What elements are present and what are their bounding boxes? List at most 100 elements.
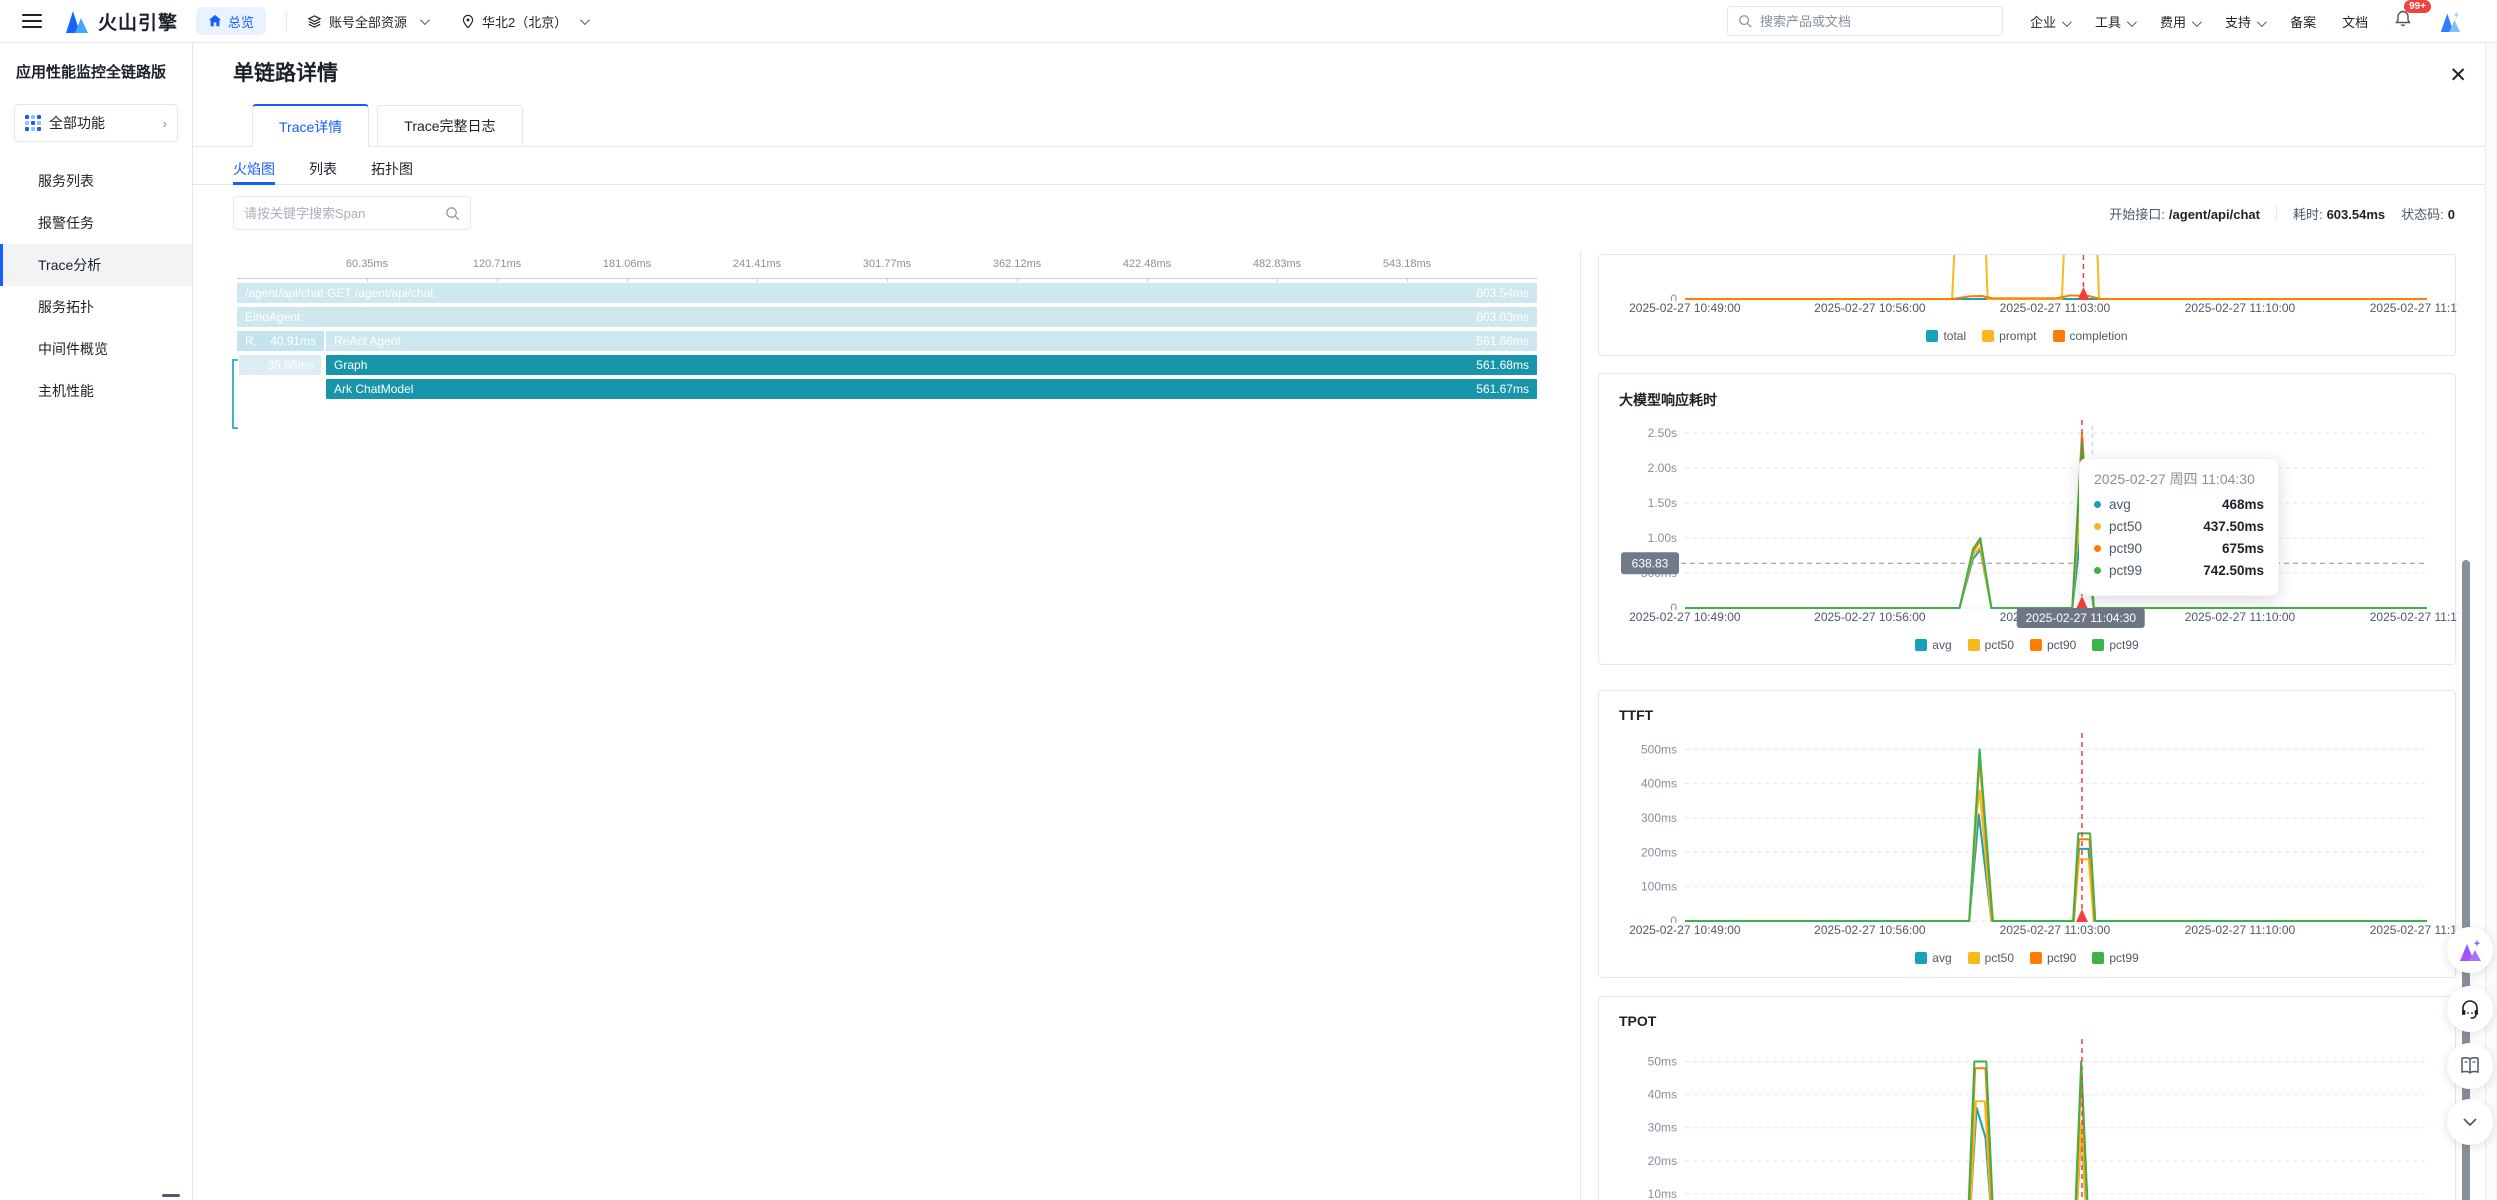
legend-item-pct90[interactable]: pct90 (2030, 951, 2076, 965)
tab-Trace完整日志[interactable]: Trace完整日志 (377, 105, 522, 147)
flame-axis-tick (1277, 278, 1278, 282)
close-icon[interactable]: ✕ (2449, 65, 2467, 86)
flame-row: R.40.91msReAct Agent561.66ms (237, 331, 1537, 351)
chevron-down-icon (580, 15, 590, 25)
x-axis-label: 2025-02-27 11:03:00 (2000, 301, 2111, 315)
flame-span[interactable]: EinoAgent603.03ms (237, 307, 1537, 327)
grid-icon (25, 115, 41, 131)
tooltip-row: avg 468ms (2094, 497, 2264, 512)
scroll-handle[interactable] (162, 1194, 180, 1197)
nav-menu-企业[interactable]: 企业 (2030, 12, 2069, 31)
page-scrollbar-track[interactable] (2485, 43, 2497, 1200)
svg-text:2.00s: 2.00s (1648, 461, 1677, 475)
x-axis-label: 2025-02-27 10:49:00 (1629, 301, 1740, 315)
overview-label: 总览 (228, 12, 254, 31)
search-icon (445, 206, 460, 221)
subtab-拓扑图[interactable]: 拓扑图 (371, 152, 413, 185)
resource-selector[interactable]: 账号全部资源 (307, 12, 427, 31)
flame-span-label: R. (245, 334, 257, 348)
chart-title: TTFT (1619, 691, 2435, 733)
svg-text:400ms: 400ms (1641, 777, 1677, 791)
legend-item-completion[interactable]: completion (2053, 329, 2128, 343)
book-icon (2459, 1056, 2481, 1076)
subtab-火焰图[interactable]: 火焰图 (233, 152, 275, 185)
svg-text:500ms: 500ms (1641, 742, 1677, 756)
nav-menu-工具[interactable]: 工具 (2095, 12, 2134, 31)
chevron-down-icon (2127, 17, 2137, 27)
brand-logo[interactable]: 火山引擎 (64, 8, 178, 35)
legend-swatch (2030, 952, 2042, 964)
flame-axis-tick (1147, 278, 1148, 282)
chevron-right-icon: › (163, 116, 167, 131)
nav-menu-文档[interactable]: 文档 (2342, 12, 2368, 31)
overview-nav-button[interactable]: 总览 (196, 7, 266, 35)
tooltip-series-value: 468ms (2222, 497, 2264, 512)
flame-span[interactable]: Graph561.68ms (326, 355, 1537, 375)
ai-mountain-icon (2457, 938, 2483, 962)
resource-selector-label: 账号全部资源 (329, 12, 407, 31)
x-axis-label: 2025-02-27 10:49:00 (1629, 610, 1740, 624)
legend-item-total[interactable]: total (1926, 329, 1966, 343)
page-title: 单链路详情 (233, 57, 338, 87)
x-axis-label: 2025-02-27 11:17:00 (2370, 610, 2458, 624)
location-pin-icon (461, 14, 475, 29)
legend-item-pct50[interactable]: pct50 (1968, 951, 2014, 965)
nav-menu-费用[interactable]: 费用 (2160, 12, 2199, 31)
sidebar-item-服务拓扑[interactable]: 服务拓扑 (0, 286, 192, 328)
x-axis-label: 2025-02-27 10:56:00 (1814, 923, 1925, 937)
all-features-button[interactable]: 全部功能 › (14, 104, 178, 142)
sidebar-item-主机性能[interactable]: 主机性能 (0, 370, 192, 412)
flame-span[interactable]: .35.85ms (239, 355, 322, 375)
region-selector[interactable]: 华北2（北京） (461, 12, 587, 31)
notifications-button[interactable]: 99+ (2394, 9, 2412, 33)
tab-Trace详情[interactable]: Trace详情 (252, 104, 369, 147)
nav-menu-备案[interactable]: 备案 (2290, 12, 2316, 31)
ai-assistant-icon[interactable] (2438, 10, 2462, 32)
flame-axis-tick (627, 278, 628, 282)
chevron-down-icon (2462, 1117, 2478, 1127)
sidebar-item-中间件概览[interactable]: 中间件概览 (0, 328, 192, 370)
legend-item-pct50[interactable]: pct50 (1968, 638, 2014, 652)
tooltip-series-name: pct90 (2109, 541, 2142, 556)
span-search-box[interactable] (233, 196, 471, 230)
flame-graph: 60.35ms120.71ms181.06ms241.41ms301.77ms3… (237, 255, 1537, 399)
product-search-input[interactable] (1760, 14, 1970, 29)
legend-item-pct99[interactable]: pct99 (2092, 951, 2138, 965)
flame-row: Ark ChatModel561.67ms (237, 379, 1537, 399)
tooltip-series-value: 742.50ms (2203, 563, 2264, 578)
sidebar-item-Trace分析[interactable]: Trace分析 (0, 244, 192, 286)
span-search-input[interactable] (244, 206, 445, 221)
legend-item-prompt[interactable]: prompt (1982, 329, 2036, 343)
flame-span-label: Graph (334, 358, 367, 372)
flame-span[interactable]: Ark ChatModel561.67ms (326, 379, 1537, 399)
hover-time-pill: 2025-02-27 11:04:30 (2017, 608, 2146, 628)
x-axis-label: 2025-02-27 10:56:00 (1814, 301, 1925, 315)
nav-menu-支持[interactable]: 支持 (2225, 12, 2264, 31)
svg-text:1.50s: 1.50s (1648, 496, 1677, 510)
region-selector-label: 华北2（北京） (482, 12, 567, 31)
legend-item-pct99[interactable]: pct99 (2092, 638, 2138, 652)
support-fab[interactable] (2447, 986, 2493, 1032)
flame-row: .35.85msGraph561.68ms (237, 355, 1537, 375)
trace-info-label: 开始接口: (2109, 207, 2165, 222)
sidebar-item-报警任务[interactable]: 报警任务 (0, 202, 192, 244)
collapse-fab[interactable] (2447, 1099, 2493, 1145)
flame-span[interactable]: /agent/api/chat GET /agent/api/chat603.5… (237, 283, 1537, 303)
product-search-box[interactable] (1727, 6, 2003, 36)
hamburger-menu-icon[interactable] (22, 14, 42, 28)
all-features-label: 全部功能 (49, 113, 105, 133)
tab-bar: Trace详情Trace完整日志 (252, 104, 523, 147)
docs-fab[interactable] (2447, 1043, 2493, 1089)
legend-item-avg[interactable]: avg (1915, 638, 1951, 652)
tooltip-series-value: 675ms (2222, 541, 2264, 556)
legend-item-avg[interactable]: avg (1915, 951, 1951, 965)
flame-span[interactable]: R.40.91ms (237, 331, 324, 351)
legend-item-pct90[interactable]: pct90 (2030, 638, 2076, 652)
ai-assistant-fab[interactable] (2447, 927, 2493, 973)
flame-span[interactable]: ReAct Agent561.66ms (326, 331, 1537, 351)
legend-swatch (1915, 952, 1927, 964)
subtab-列表[interactable]: 列表 (309, 152, 337, 185)
sidebar-item-服务列表[interactable]: 服务列表 (0, 160, 192, 202)
flame-axis-tick-label: 301.77ms (863, 258, 911, 270)
tooltip-series-name: avg (2109, 497, 2131, 512)
